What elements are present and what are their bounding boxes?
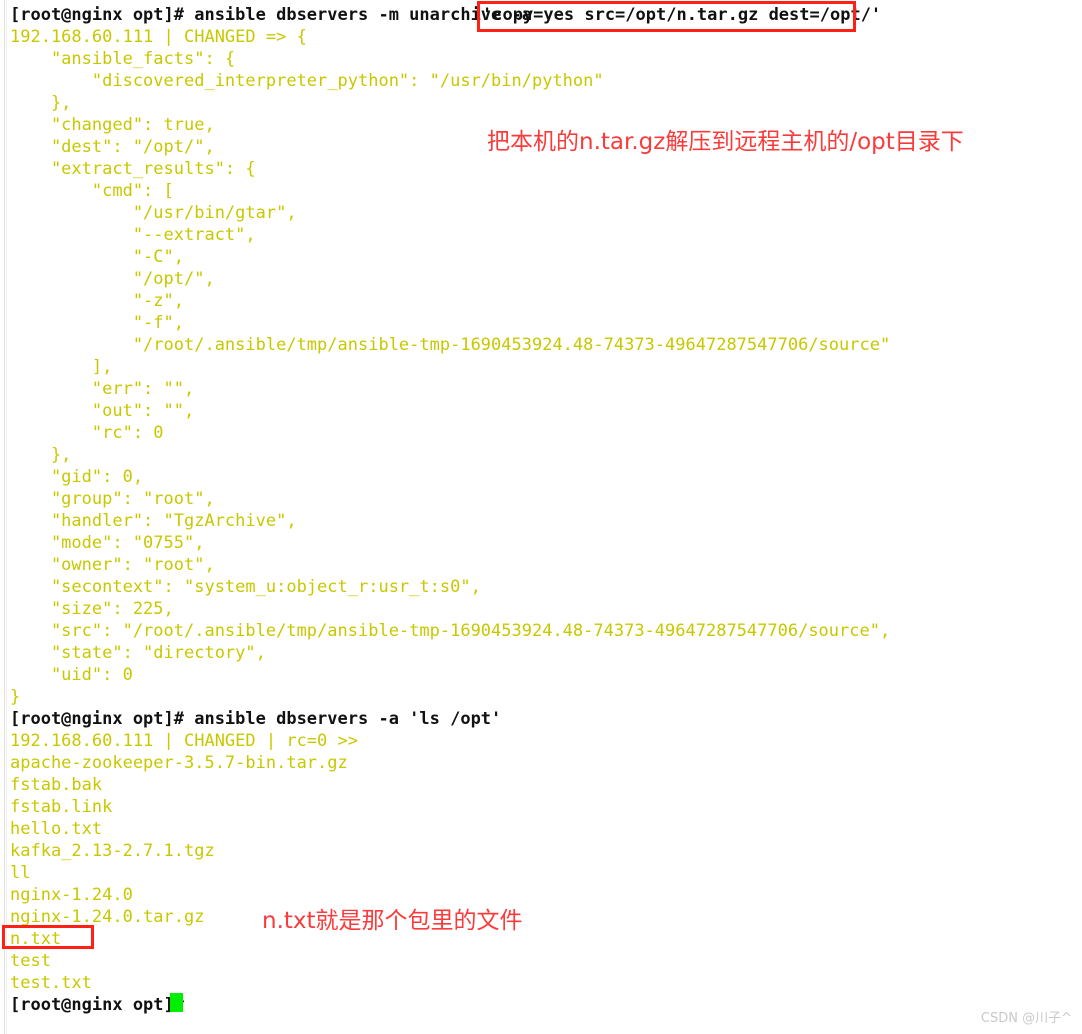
terminal-cursor xyxy=(170,993,183,1012)
terminal-output-line: }, xyxy=(10,93,72,113)
terminal-output-line: fstab.link xyxy=(10,797,113,817)
terminal-output-line: nginx-1.24.0 xyxy=(10,885,133,905)
terminal-output-line: "--extract", xyxy=(10,225,256,245)
terminal-output-line: kafka_2.13-2.7.1.tgz xyxy=(10,841,215,861)
terminal-output-line: 192.168.60.111 | CHANGED => { xyxy=(10,27,307,47)
terminal-output-line: "gid": 0, xyxy=(10,467,144,487)
terminal-output-line: "size": 225, xyxy=(10,599,174,619)
terminal-output-line: "group": "root", xyxy=(10,489,215,509)
terminal-command-line: [root@nginx opt]# ansible dbservers -m u… xyxy=(10,5,543,25)
terminal-output-line: "/root/.ansible/tmp/ansible-tmp-16904539… xyxy=(10,335,891,355)
terminal-output-line: "out": "", xyxy=(10,401,195,421)
terminal-output-line: test xyxy=(10,951,51,971)
terminal-output-line: "handler": "TgzArchive", xyxy=(10,511,297,531)
terminal-output-line: "err": "", xyxy=(10,379,195,399)
terminal-output-line: ll xyxy=(10,863,31,883)
terminal-output-line: "-f", xyxy=(10,313,184,333)
terminal-command-line: [root@nginx opt]# xyxy=(10,995,184,1015)
terminal-output-line: "-C", xyxy=(10,247,184,267)
terminal-output-line: fstab.bak xyxy=(10,775,103,795)
terminal-output-line: }, xyxy=(10,445,72,465)
terminal-output-line: "discovered_interpreter_python": "/usr/b… xyxy=(10,71,604,91)
terminal-output-line: "-z", xyxy=(10,291,184,311)
terminal-output-line: "/usr/bin/gtar", xyxy=(10,203,297,223)
terminal-output-line: "cmd": [ xyxy=(10,181,174,201)
terminal-output-line: nginx-1.24.0.tar.gz xyxy=(10,907,205,927)
terminal-output-line: "mode": "0755", xyxy=(10,533,205,553)
terminal-output-line: "changed": true, xyxy=(10,115,215,135)
terminal-command-line: [root@nginx opt]# ansible dbservers -a '… xyxy=(10,709,502,729)
terminal-output-line: hello.txt xyxy=(10,819,103,839)
terminal-output-line: "/opt/", xyxy=(10,269,215,289)
terminal-output-line: "uid": 0 xyxy=(10,665,133,685)
terminal-output-line: n.txt xyxy=(10,929,62,949)
terminal-output-line: "state": "directory", xyxy=(10,643,266,663)
annotation-ntxt-note: n.txt就是那个包里的文件 xyxy=(262,908,523,934)
terminal-output-line: 192.168.60.111 | CHANGED | rc=0 >> xyxy=(10,731,358,751)
terminal-output-line: "ansible_facts": { xyxy=(10,49,236,69)
terminal-output-line: "extract_results": { xyxy=(10,159,256,179)
terminal-output-line: "secontext": "system_u:object_r:usr_t:s0… xyxy=(10,577,481,597)
terminal-output-line: } xyxy=(10,687,21,707)
terminal-output-line: "dest": "/opt/", xyxy=(10,137,215,157)
annotation-unarchive-note: 把本机的n.tar.gz解压到远程主机的/opt目录下 xyxy=(487,129,964,155)
terminal-output-line: "owner": "root", xyxy=(10,555,215,575)
terminal-command-line: 'copy=yes src=/opt/n.tar.gz dest=/opt/' xyxy=(482,5,882,25)
terminal-output-line: ], xyxy=(10,357,113,377)
terminal-output-line: "rc": 0 xyxy=(10,423,164,443)
terminal-output-line: test.txt xyxy=(10,973,92,993)
terminal-output-line: apache-zookeeper-3.5.7-bin.tar.gz xyxy=(10,753,348,773)
csdn-watermark: CSDN @川子^ xyxy=(980,1011,1072,1026)
terminal-output-line: "src": "/root/.ansible/tmp/ansible-tmp-1… xyxy=(10,621,891,641)
